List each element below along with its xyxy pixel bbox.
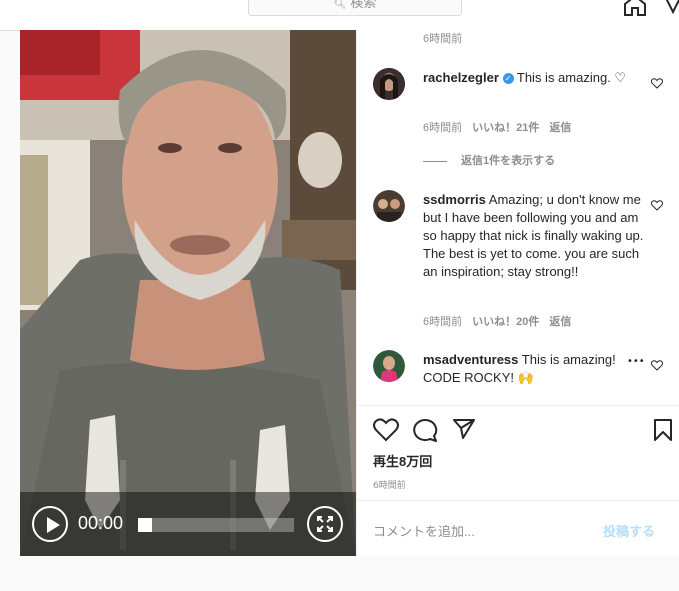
comment-likes[interactable]: いいね！20件 <box>472 316 539 328</box>
comment-time[interactable]: 6時間前 <box>423 122 462 134</box>
like-icon[interactable] <box>373 418 399 442</box>
comment-time[interactable]: 6時間前 <box>423 316 462 328</box>
comment-body: msadventuress This is amazing! CODE ROCK… <box>423 351 619 387</box>
view-replies-button[interactable]: 返信1件を表示する <box>423 152 555 168</box>
top-nav: 🔍︎ 検索 <box>0 0 679 31</box>
replies-line <box>423 160 447 162</box>
comments-list: 6時間前 rachelzegler ✓ This is amazing. ♡ 6… <box>357 30 679 406</box>
search-icon: 🔍︎ <box>333 0 347 10</box>
play-button[interactable] <box>32 506 68 542</box>
post-time[interactable]: 6時間前 <box>373 478 406 491</box>
avatar[interactable] <box>373 68 405 100</box>
comment-input[interactable]: コメントを追加... <box>373 521 475 540</box>
reply-button[interactable]: 返信 <box>549 122 571 134</box>
view-replies-label: 返信1件を表示する <box>461 155 556 167</box>
comment-icon[interactable] <box>412 418 438 442</box>
comment-like-icon[interactable] <box>651 78 663 89</box>
caption-time: 6時間前 <box>423 33 463 45</box>
comment-meta: 6時間前 いいね！20件 返信 <box>423 313 571 329</box>
home-icon[interactable] <box>623 0 647 16</box>
explore-icon[interactable] <box>663 0 679 14</box>
avatar[interactable] <box>373 350 405 382</box>
avatar[interactable] <box>373 190 405 222</box>
comment-body: ssdmorris Amazing; u don't know me but I… <box>423 191 645 281</box>
video-controls: 00:00 <box>20 492 356 556</box>
post-side-panel: 6時間前 rachelzegler ✓ This is amazing. ♡ 6… <box>356 30 679 556</box>
view-count[interactable]: 再生8万回 <box>373 451 432 470</box>
post-button[interactable]: 投稿する <box>603 521 655 540</box>
comment-like-icon[interactable] <box>651 360 663 371</box>
progress-handle[interactable] <box>138 518 152 532</box>
progress-bar[interactable] <box>138 518 294 532</box>
comment-like-icon[interactable] <box>651 200 663 211</box>
add-comment-bar: コメントを追加... 投稿する <box>357 500 679 557</box>
more-options-icon[interactable]: ••• <box>623 356 645 367</box>
comment-username[interactable]: msadventuress <box>423 352 518 367</box>
verified-badge-icon: ✓ <box>502 73 514 85</box>
comment-text: This is amazing. ♡ <box>516 70 627 85</box>
comment-meta: 6時間前 いいね！21件 返信 <box>423 119 571 135</box>
comment-body: rachelzegler ✓ This is amazing. ♡ <box>423 69 645 87</box>
comment-username[interactable]: ssdmorris <box>423 192 486 207</box>
video-player[interactable]: 00:00 <box>20 30 356 556</box>
video-frame <box>20 30 356 556</box>
time-display: 00:00 <box>78 513 124 533</box>
fullscreen-icon <box>317 516 333 532</box>
share-icon[interactable] <box>452 418 476 440</box>
comment-likes[interactable]: いいね！21件 <box>472 122 539 134</box>
search-input[interactable]: 🔍︎ 検索 <box>248 0 462 16</box>
reply-button[interactable]: 返信 <box>549 316 571 328</box>
bookmark-icon[interactable] <box>653 418 673 442</box>
fullscreen-button[interactable] <box>307 506 343 542</box>
search-placeholder: 検索 <box>350 0 377 11</box>
comment-username[interactable]: rachelzegler <box>423 70 499 85</box>
